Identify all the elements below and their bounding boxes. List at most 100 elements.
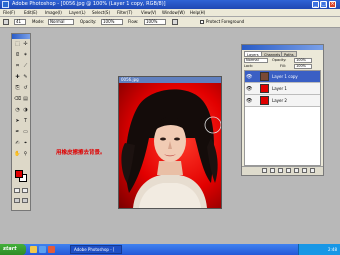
maximize-button[interactable]: □ <box>320 1 327 8</box>
window-title: Adobe Photoshop - [0056.jpg @ 100% (Laye… <box>12 1 166 7</box>
media-quicklaunch-icon[interactable] <box>48 246 55 253</box>
protect-foreground-checkbox[interactable] <box>200 20 204 24</box>
mode-select[interactable]: Normal <box>48 19 74 25</box>
trash-icon[interactable] <box>310 168 315 173</box>
close-button[interactable]: × <box>329 1 336 8</box>
menu-bar: File(F) Edit(E) Image(I) Layer(L) Select… <box>0 9 340 17</box>
layer-opacity-field[interactable]: 100% <box>294 58 312 63</box>
layer-thumbnail <box>260 84 269 93</box>
airbrush-icon[interactable] <box>172 19 178 25</box>
layer-name: Layer 1 copy <box>272 74 298 79</box>
gradient-tool-icon[interactable]: ▤ <box>22 96 29 102</box>
layer-thumbnail <box>260 96 269 105</box>
magic-wand-tool-icon[interactable]: ✶ <box>22 52 29 58</box>
lock-label: Lock: <box>244 64 254 68</box>
menu-file[interactable]: File(F) <box>3 9 15 16</box>
screen-mode-full-icon[interactable] <box>22 198 28 203</box>
flow-label: Flow: <box>128 19 139 24</box>
title-bar: Adobe Photoshop - [0056.jpg @ 100% (Laye… <box>0 0 340 9</box>
tab-paths[interactable]: Paths <box>281 51 297 57</box>
portrait-image <box>121 89 221 208</box>
shape-tool-icon[interactable]: ▭ <box>22 129 29 135</box>
zoom-tool-icon[interactable]: ⚲ <box>22 151 29 157</box>
brush-tool-icon[interactable]: ✎ <box>22 74 29 80</box>
layer-row-layer-1-copy[interactable]: 👁 Layer 1 copy <box>245 71 320 83</box>
lasso-tool-icon[interactable]: ᘓ <box>14 52 21 58</box>
layer-row-layer-2[interactable]: 👁 Layer 2 <box>245 95 320 107</box>
marquee-tool-icon[interactable]: ⬚ <box>14 41 21 47</box>
photoshop-app-icon <box>2 1 9 8</box>
menu-view[interactable]: View(V) <box>141 9 156 16</box>
opacity-field[interactable]: 100% <box>101 19 123 25</box>
windows-taskbar: start Adobe Photoshop - [ 2:48 <box>0 244 340 255</box>
flow-field[interactable]: 100% <box>144 19 166 25</box>
tab-channels[interactable]: Channels <box>261 51 284 57</box>
screen-mode-standard-icon[interactable] <box>14 198 20 203</box>
menu-edit[interactable]: Edit(E) <box>24 9 37 16</box>
menu-window[interactable]: Window(W) <box>162 9 185 16</box>
fill-field[interactable]: 100% <box>294 64 312 69</box>
dodge-tool-icon[interactable]: ◑ <box>22 107 29 113</box>
taskbar-photoshop-button[interactable]: Adobe Photoshop - [ <box>70 245 122 254</box>
menu-help[interactable]: Help(H) <box>190 9 205 16</box>
mode-label: Mode: <box>32 19 45 24</box>
browser-quicklaunch-icon[interactable] <box>39 246 46 253</box>
visibility-eye-icon[interactable]: 👁 <box>246 98 252 104</box>
toolbox: ⬚ ✢ ᘓ ✶ ⌗ ⟋ ✚ ✎ ⎘ ↺ ⌫ ▤ ◔ ◑ ➤ T ✒ ▭ ✍ ⌖ ✋ ⚲ <box>11 33 31 211</box>
blur-tool-icon[interactable]: ◔ <box>14 107 21 113</box>
menu-image[interactable]: Image(I) <box>45 9 62 16</box>
toolbox-header[interactable] <box>12 34 30 39</box>
menu-select[interactable]: Select(S) <box>92 9 110 16</box>
layers-panel-footer <box>242 166 323 175</box>
blend-mode-select[interactable]: Normal <box>244 58 268 63</box>
type-tool-icon[interactable]: T <box>22 118 29 124</box>
layer-row-layer-1[interactable]: 👁 Layer 1 <box>245 83 320 95</box>
eraser-tool-preset-icon[interactable] <box>3 19 9 25</box>
layer-style-icon[interactable] <box>270 168 275 173</box>
slice-tool-icon[interactable]: ⟋ <box>22 63 29 69</box>
minimize-button[interactable]: _ <box>312 1 319 8</box>
brush-size-field[interactable]: 41 <box>14 19 26 25</box>
crop-tool-icon[interactable]: ⌗ <box>14 63 21 69</box>
new-group-icon[interactable] <box>286 168 291 173</box>
eyedropper-tool-icon[interactable]: ⌖ <box>22 140 29 146</box>
layers-list: 👁 Layer 1 copy 👁 Layer 1 👁 Layer 2 <box>244 70 321 166</box>
healing-brush-tool-icon[interactable]: ✚ <box>14 74 21 80</box>
start-button[interactable]: start <box>0 244 26 255</box>
fill-label: Fill: <box>280 64 286 68</box>
adjustment-layer-icon[interactable] <box>294 168 299 173</box>
opacity-label: Opacity: <box>80 19 97 24</box>
new-layer-icon[interactable] <box>302 168 307 173</box>
foreground-color-swatch[interactable] <box>15 170 23 178</box>
tutorial-annotation: 用橡皮擦擦去背景。 <box>56 150 106 156</box>
layer-name: Layer 1 <box>272 86 287 91</box>
system-tray-clock: 2:48 <box>298 244 340 255</box>
options-bar: 41 Mode: Normal Opacity: 100% Flow: 100%… <box>0 17 340 28</box>
link-layers-icon[interactable] <box>262 168 267 173</box>
protect-foreground-label: Protect Foreground <box>206 19 245 24</box>
layer-thumbnail <box>260 72 269 81</box>
folder-quicklaunch-icon[interactable] <box>30 246 37 253</box>
move-tool-icon[interactable]: ✢ <box>22 41 29 47</box>
notes-tool-icon[interactable]: ✍ <box>14 140 21 146</box>
layer-name: Layer 2 <box>272 98 287 103</box>
visibility-eye-icon[interactable]: 👁 <box>246 86 252 92</box>
tab-layers[interactable]: Layers <box>244 51 262 57</box>
eraser-tool-icon[interactable]: ⌫ <box>14 96 21 102</box>
layer-opacity-label: Opacity: <box>272 58 287 62</box>
layer-mask-icon[interactable] <box>278 168 283 173</box>
history-brush-tool-icon[interactable]: ↺ <box>22 85 29 91</box>
layers-panel: Layers Channels Paths Normal Opacity: 10… <box>241 44 324 176</box>
standard-mode-icon[interactable] <box>14 188 20 193</box>
document-canvas[interactable] <box>119 83 221 208</box>
quick-mask-mode-icon[interactable] <box>22 188 28 193</box>
document-window: 0056.jpg <box>118 76 222 209</box>
clone-stamp-tool-icon[interactable]: ⎘ <box>14 85 21 91</box>
path-selection-tool-icon[interactable]: ➤ <box>14 118 21 124</box>
hand-tool-icon[interactable]: ✋ <box>14 151 21 157</box>
menu-layer[interactable]: Layer(L) <box>69 9 86 16</box>
menu-filter[interactable]: Filter(T) <box>117 9 132 16</box>
pen-tool-icon[interactable]: ✒ <box>14 129 21 135</box>
visibility-eye-icon[interactable]: 👁 <box>246 74 252 80</box>
layers-panel-header[interactable] <box>242 45 323 50</box>
